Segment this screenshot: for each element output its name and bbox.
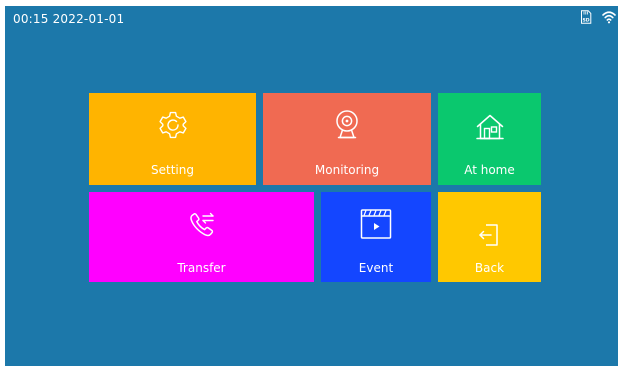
wifi-icon — [602, 9, 616, 28]
svg-text:SD: SD — [582, 17, 589, 23]
phone-transfer-icon — [89, 210, 314, 240]
setting-label: Setting — [151, 163, 194, 177]
sd-card-icon: SD — [580, 9, 592, 28]
event-tile[interactable]: Event — [321, 192, 431, 282]
transfer-label: Transfer — [177, 261, 226, 275]
exit-icon — [438, 222, 541, 248]
back-label: Back — [474, 261, 505, 275]
monitoring-tile[interactable]: Monitoring — [263, 93, 431, 185]
status-datetime: 00:15 2022-01-01 — [13, 12, 125, 26]
status-icons: SD — [580, 8, 616, 28]
transfer-tile[interactable]: Transfer — [89, 192, 314, 282]
camera-icon — [263, 109, 431, 141]
at-home-label: At home — [464, 163, 515, 177]
monitoring-label: Monitoring — [314, 163, 380, 177]
back-tile[interactable]: Back — [438, 192, 541, 282]
gear-icon — [89, 110, 256, 140]
setting-tile[interactable]: Setting — [89, 93, 256, 185]
event-label: Event — [358, 261, 394, 275]
video-clip-icon — [321, 207, 431, 241]
intercom-screen: 00:15 2022-01-01 SD Setting Monitoring A… — [5, 6, 618, 366]
at-home-tile[interactable]: At home — [438, 93, 541, 185]
house-icon — [438, 113, 541, 141]
